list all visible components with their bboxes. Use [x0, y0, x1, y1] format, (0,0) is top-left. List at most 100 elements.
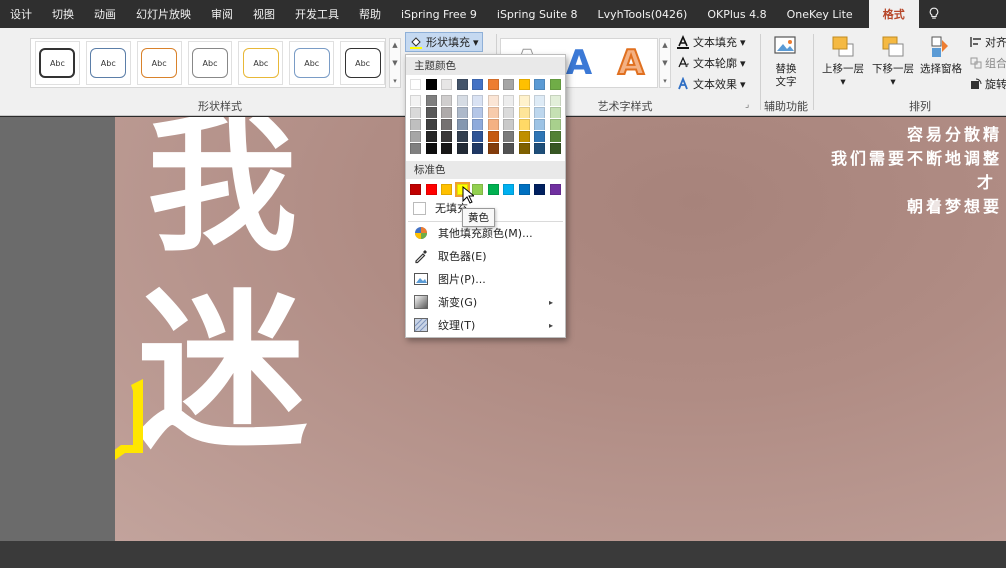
align-button[interactable]: 对齐 — [970, 34, 1006, 50]
standard-color-swatch[interactable] — [518, 184, 530, 195]
theme-shade-swatch[interactable] — [456, 131, 468, 142]
standard-color-swatch[interactable] — [503, 184, 514, 195]
theme-shade-swatch[interactable] — [518, 107, 530, 118]
slide-text-line-2[interactable]: 我们需要不断地调整 — [831, 145, 1002, 169]
theme-shade-swatch[interactable] — [503, 107, 514, 118]
theme-shade-swatch[interactable] — [441, 107, 452, 118]
gradient-fill-option[interactable]: 渐变(G) ▸ — [408, 291, 563, 313]
shape-style-thumb-7[interactable]: Abc — [340, 41, 386, 85]
theme-shade-swatch[interactable] — [549, 107, 561, 118]
theme-shade-swatch[interactable] — [487, 119, 499, 130]
standard-color-swatch[interactable] — [425, 184, 437, 195]
tab-developer[interactable]: 开发工具 — [285, 0, 349, 28]
theme-shade-swatch[interactable] — [503, 119, 514, 130]
theme-shade-swatch[interactable] — [487, 107, 499, 118]
selection-pane-button[interactable]: 选择窗格 — [916, 34, 966, 76]
slide-text-line-4[interactable]: 朝着梦想要 — [907, 193, 1002, 217]
wordart-style-3[interactable]: A — [617, 45, 645, 81]
theme-shade-swatch[interactable] — [534, 143, 545, 154]
slide-thumbnail-pane[interactable] — [0, 117, 115, 541]
wordart-dialog-launcher[interactable]: ⌟ — [745, 100, 749, 110]
tab-transitions[interactable]: 切换 — [42, 0, 84, 28]
theme-shade-swatch[interactable] — [534, 131, 545, 142]
theme-shade-swatch[interactable] — [441, 119, 452, 130]
tab-ispring-free[interactable]: iSpring Free 9 — [391, 0, 487, 28]
shape-style-gallery-scroll[interactable]: ▲ ▼ ▾ — [389, 38, 401, 88]
theme-shade-swatch[interactable] — [425, 95, 437, 106]
theme-color-swatch[interactable] — [503, 79, 514, 90]
theme-color-swatch[interactable] — [410, 79, 421, 90]
shape-style-thumb-1[interactable]: Abc — [35, 41, 80, 85]
theme-shade-swatch[interactable] — [456, 143, 468, 154]
shape-fill-button[interactable]: 形状填充 ▾ — [405, 32, 483, 52]
theme-shade-swatch[interactable] — [534, 107, 545, 118]
tab-onekey-lite[interactable]: OneKey Lite — [777, 0, 863, 28]
theme-shade-swatch[interactable] — [518, 143, 530, 154]
theme-color-swatch[interactable] — [425, 79, 437, 90]
theme-shade-swatch[interactable] — [487, 131, 499, 142]
theme-shade-swatch[interactable] — [472, 95, 483, 106]
theme-shade-swatch[interactable] — [425, 143, 437, 154]
theme-shade-swatch[interactable] — [472, 107, 483, 118]
picture-fill-option[interactable]: 图片(P)... — [408, 268, 563, 290]
theme-shade-swatch[interactable] — [472, 143, 483, 154]
tab-format[interactable]: 格式 — [868, 0, 919, 28]
theme-shade-swatch[interactable] — [549, 131, 561, 142]
theme-color-swatch[interactable] — [441, 79, 452, 90]
theme-color-swatch[interactable] — [487, 79, 499, 90]
rotate-button[interactable]: 旋转 — [970, 76, 1006, 92]
tab-okplus[interactable]: OKPlus 4.8 — [697, 0, 776, 28]
shape-style-thumb-4[interactable]: Abc — [187, 41, 233, 85]
bring-forward-button[interactable]: 上移一层 ▾ — [818, 34, 868, 89]
theme-shade-swatch[interactable] — [518, 131, 530, 142]
theme-shade-swatch[interactable] — [549, 143, 561, 154]
theme-shade-swatch[interactable] — [503, 131, 514, 142]
shape-style-thumb-2[interactable]: Abc — [85, 41, 131, 85]
theme-shade-swatch[interactable] — [441, 143, 452, 154]
tab-design[interactable]: 设计 — [0, 0, 42, 28]
text-effects-button[interactable]: 文本效果 ▾ — [676, 76, 746, 92]
standard-color-swatch[interactable] — [410, 184, 421, 195]
yellow-bracket-shape[interactable] — [115, 375, 161, 475]
theme-shade-swatch[interactable] — [534, 95, 545, 106]
standard-color-swatch[interactable] — [441, 184, 452, 195]
tab-animations[interactable]: 动画 — [84, 0, 126, 28]
theme-shade-swatch[interactable] — [549, 119, 561, 130]
shape-style-thumb-5[interactable]: Abc — [238, 41, 284, 85]
shape-style-thumb-3[interactable]: Abc — [136, 41, 182, 85]
theme-shade-swatch[interactable] — [487, 95, 499, 106]
group-button[interactable]: 组合 — [970, 55, 1006, 71]
theme-shade-swatch[interactable] — [472, 131, 483, 142]
tab-help[interactable]: 帮助 — [349, 0, 391, 28]
standard-color-swatch[interactable] — [534, 184, 545, 195]
tab-slideshow[interactable]: 幻灯片放映 — [126, 0, 201, 28]
theme-shade-swatch[interactable] — [410, 143, 421, 154]
standard-color-swatch[interactable] — [549, 184, 561, 195]
theme-shade-swatch[interactable] — [456, 95, 468, 106]
wordart-style-2[interactable]: A — [566, 46, 592, 80]
theme-color-swatch[interactable] — [549, 79, 561, 90]
theme-shade-swatch[interactable] — [410, 95, 421, 106]
theme-shade-swatch[interactable] — [410, 119, 421, 130]
tab-view[interactable]: 视图 — [243, 0, 285, 28]
tell-me-button[interactable] — [919, 0, 949, 28]
theme-shade-swatch[interactable] — [534, 119, 545, 130]
theme-shade-swatch[interactable] — [503, 95, 514, 106]
theme-shade-swatch[interactable] — [518, 95, 530, 106]
tab-lvyhtools[interactable]: LvyhTools(0426) — [588, 0, 698, 28]
theme-shade-swatch[interactable] — [549, 95, 561, 106]
send-backward-button[interactable]: 下移一层 ▾ — [868, 34, 918, 89]
shape-style-thumb-6[interactable]: Abc — [289, 41, 335, 85]
theme-shade-swatch[interactable] — [518, 119, 530, 130]
theme-shade-swatch[interactable] — [410, 131, 421, 142]
theme-shade-swatch[interactable] — [503, 143, 514, 154]
text-outline-button[interactable]: 文本轮廓 ▾ — [676, 55, 746, 71]
slide-text-line-3[interactable]: 才 — [977, 169, 996, 193]
slide-char-mi[interactable]: 迷 — [137, 287, 307, 457]
slide-char-wo[interactable]: 我 — [147, 117, 297, 259]
theme-shade-swatch[interactable] — [441, 131, 452, 142]
standard-color-swatch[interactable] — [487, 184, 499, 195]
wordart-gallery-scroll[interactable]: ▲ ▼ ▾ — [659, 38, 671, 88]
theme-shade-swatch[interactable] — [425, 119, 437, 130]
theme-shade-swatch[interactable] — [456, 119, 468, 130]
